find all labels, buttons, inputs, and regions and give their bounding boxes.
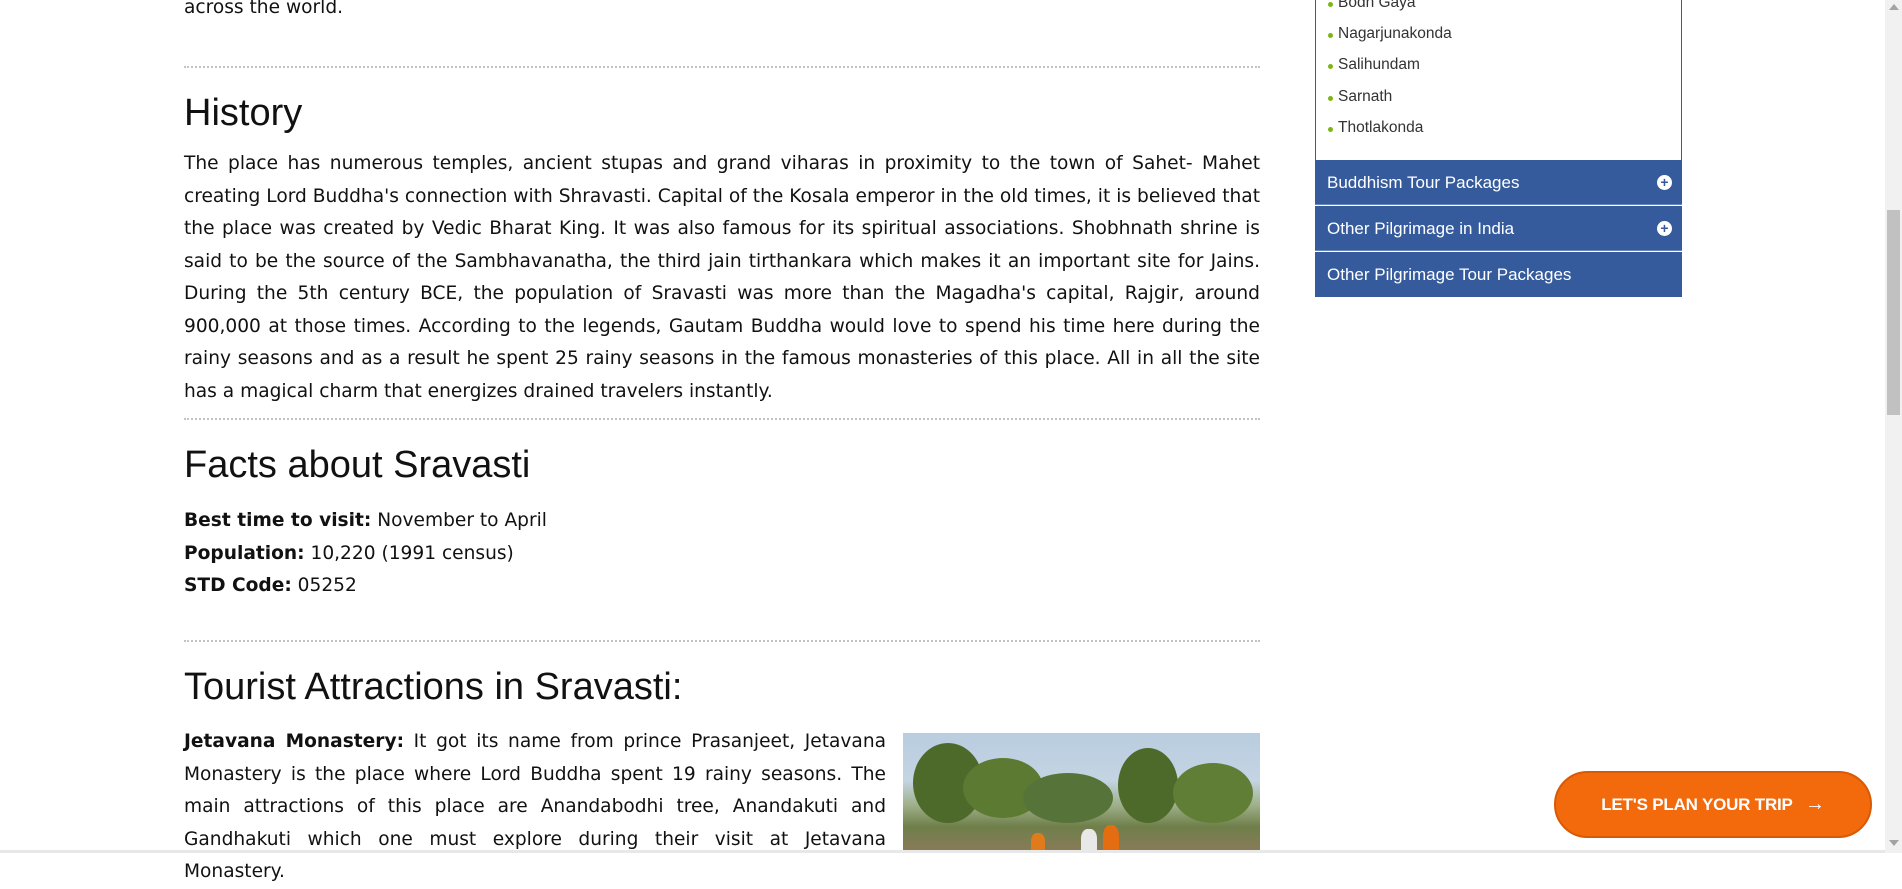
place-link[interactable]: Nagarjunakonda bbox=[1328, 25, 1452, 43]
place-label: Sarnath bbox=[1338, 88, 1393, 105]
image-tree bbox=[1173, 763, 1253, 823]
section-divider bbox=[184, 418, 1260, 420]
image-figure bbox=[1103, 825, 1119, 853]
bullet-icon bbox=[1328, 127, 1333, 132]
attractions-heading: Tourist Attractions in Sravasti: bbox=[184, 666, 683, 708]
section-divider bbox=[184, 66, 1260, 68]
place-link[interactable]: Thotlakonda bbox=[1328, 119, 1423, 137]
accordion-label: Other Pilgrimage in India bbox=[1327, 219, 1515, 238]
bullet-icon bbox=[1328, 64, 1333, 69]
accordion-label: Other Pilgrimage Tour Packages bbox=[1327, 265, 1572, 284]
scroll-down-icon[interactable] bbox=[1889, 840, 1899, 846]
image-tree bbox=[1023, 773, 1113, 823]
intro-text-tail: across the world. bbox=[184, 0, 344, 18]
history-heading: History bbox=[184, 92, 303, 134]
fact-best-time: Best time to visit: November to April bbox=[184, 505, 547, 538]
bullet-icon bbox=[1328, 2, 1333, 7]
bullet-icon bbox=[1328, 33, 1333, 38]
accordion-label: Buddhism Tour Packages bbox=[1327, 173, 1520, 192]
place-label: Salihundam bbox=[1338, 56, 1420, 73]
fact-population: Population: 10,220 (1991 census) bbox=[184, 538, 547, 571]
plan-trip-label: LET'S PLAN YOUR TRIP bbox=[1601, 795, 1793, 814]
accordion-buddhism-tour-packages[interactable]: Buddhism Tour Packages + bbox=[1315, 160, 1682, 205]
plus-circle-icon[interactable]: + bbox=[1657, 221, 1672, 236]
place-label: Thotlakonda bbox=[1338, 119, 1424, 136]
place-link[interactable]: Bodh Gaya bbox=[1328, 0, 1416, 12]
facts-heading: Facts about Sravasti bbox=[184, 444, 531, 486]
places-list: Bodh Gaya Nagarjunakonda Salihundam Sarn… bbox=[1315, 0, 1682, 161]
place-link[interactable]: Sarnath bbox=[1328, 88, 1392, 106]
place-link[interactable]: Salihundam bbox=[1328, 56, 1420, 74]
jetavana-paragraph: Jetavana Monastery: It got its name from… bbox=[184, 726, 886, 889]
link-other-pilgrimage-tour-packages[interactable]: Other Pilgrimage Tour Packages bbox=[1315, 252, 1682, 297]
fact-label: Population: bbox=[184, 542, 305, 564]
fact-value: November to April bbox=[371, 510, 547, 531]
plus-circle-icon[interactable]: + bbox=[1657, 175, 1672, 190]
fact-value: 10,220 (1991 census) bbox=[304, 542, 514, 564]
image-tree bbox=[1118, 748, 1178, 823]
accordion-other-pilgrimage-india[interactable]: Other Pilgrimage in India + bbox=[1315, 206, 1682, 251]
fact-value: 05252 bbox=[291, 575, 357, 596]
jetavana-monastery-image bbox=[903, 733, 1260, 853]
place-label: Bodh Gaya bbox=[1338, 0, 1416, 11]
jetavana-label: Jetavana Monastery: bbox=[184, 731, 404, 752]
fact-std-code: STD Code: 05252 bbox=[184, 570, 547, 603]
place-label: Nagarjunakonda bbox=[1338, 25, 1452, 42]
arrow-right-icon: → bbox=[1804, 793, 1825, 815]
jetavana-text: It got its name from prince Prasanjeet, … bbox=[184, 731, 886, 882]
bullet-icon bbox=[1328, 96, 1333, 101]
scroll-up-icon[interactable] bbox=[1889, 4, 1899, 10]
fact-label: Best time to visit: bbox=[184, 510, 372, 531]
history-paragraph: The place has numerous temples, ancient … bbox=[184, 153, 1260, 402]
scroll-thumb[interactable] bbox=[1887, 210, 1900, 415]
vertical-scrollbar[interactable] bbox=[1885, 0, 1902, 853]
facts-list: Best time to visit: November to April Po… bbox=[184, 505, 547, 603]
plan-trip-button[interactable]: LET'S PLAN YOUR TRIP → bbox=[1554, 771, 1872, 838]
fact-label: STD Code: bbox=[184, 575, 292, 596]
section-divider bbox=[184, 640, 1260, 642]
